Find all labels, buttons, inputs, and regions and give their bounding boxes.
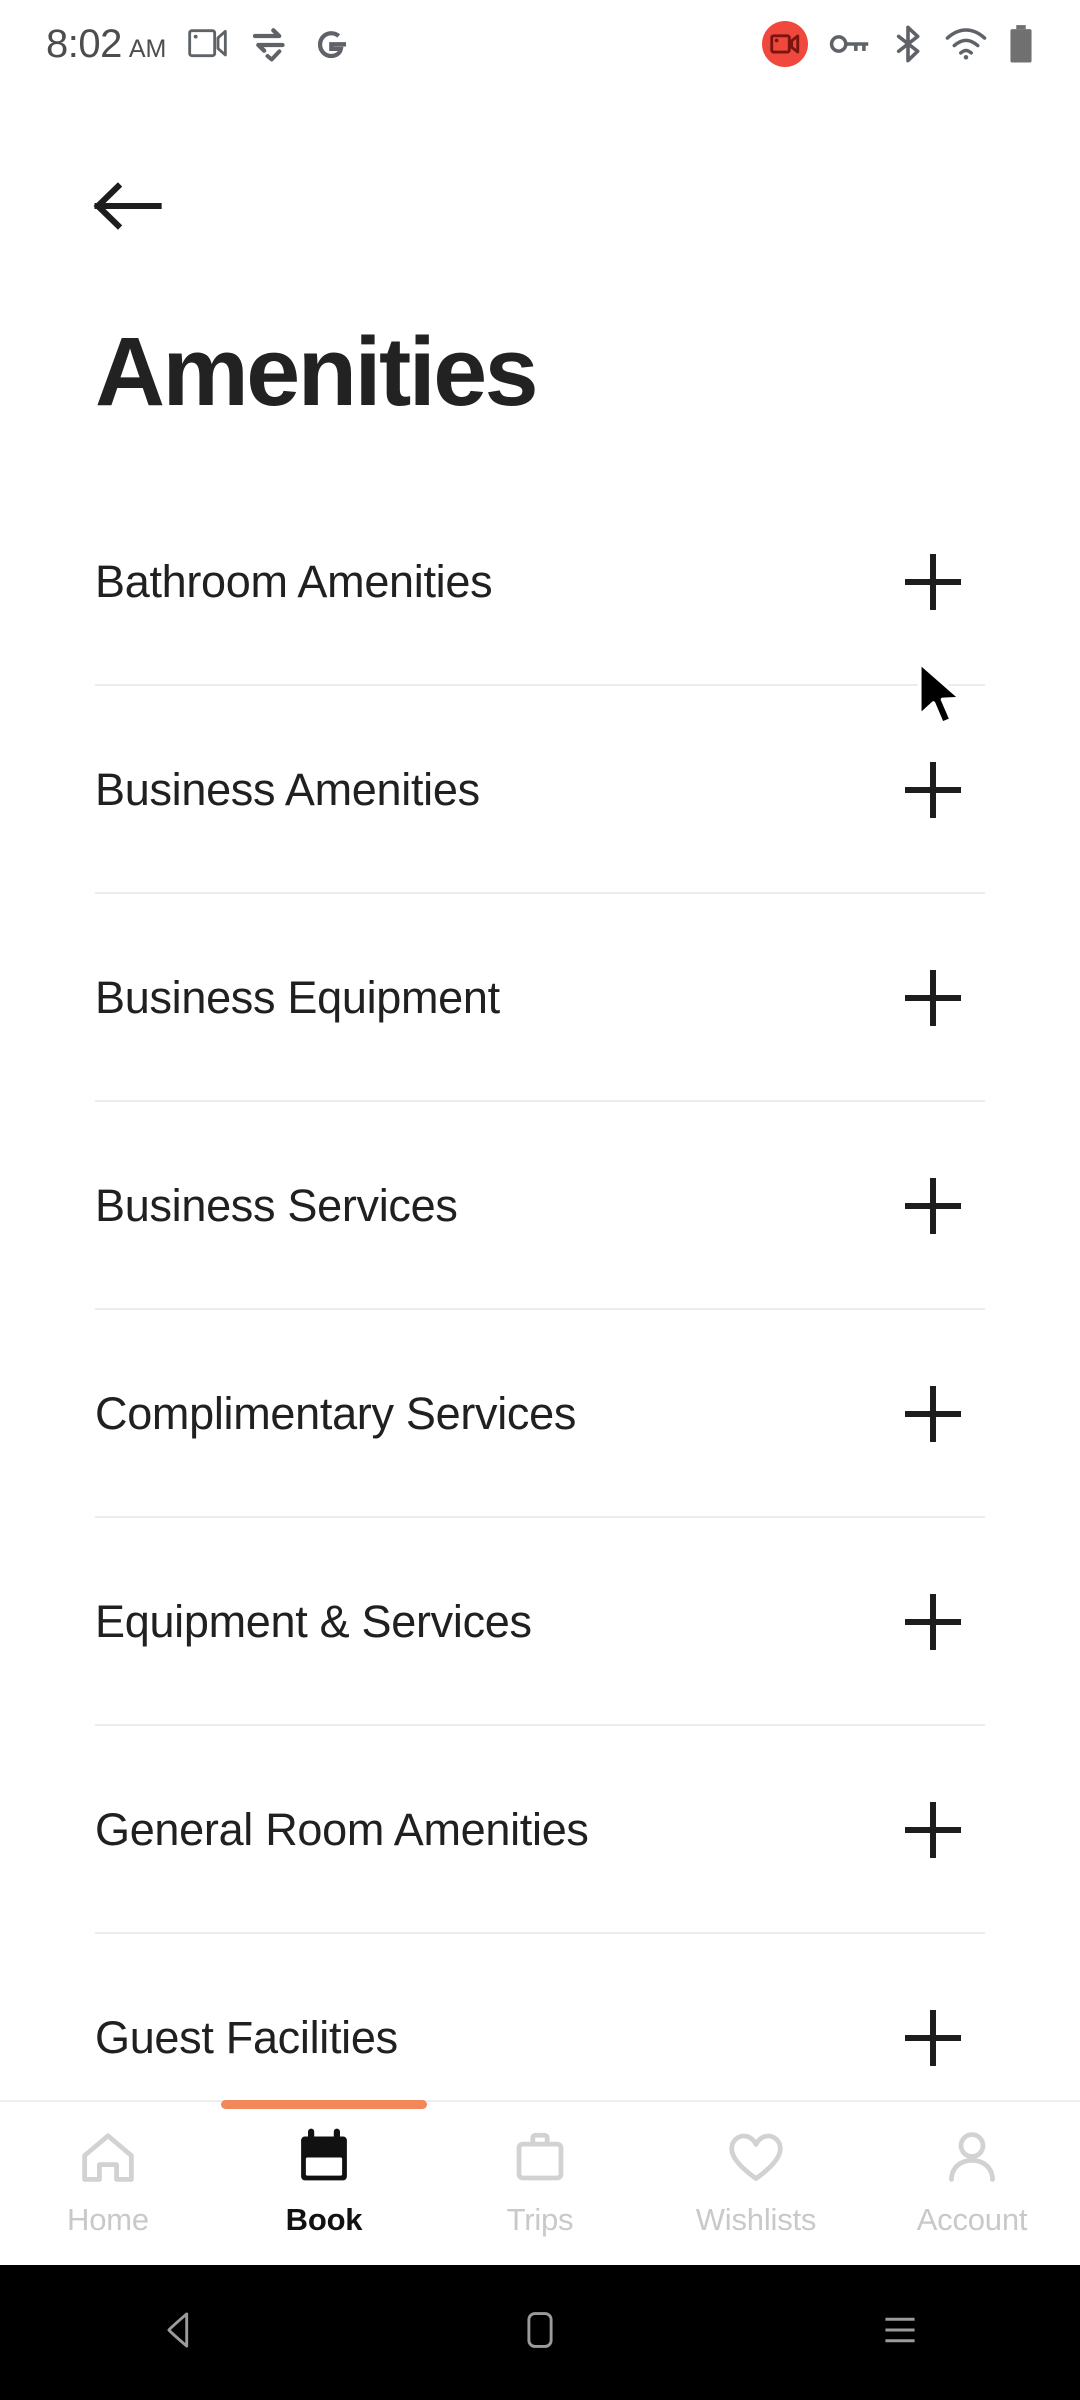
heart-icon bbox=[725, 2124, 787, 2190]
nav-label-account: Account bbox=[916, 2202, 1028, 2237]
nav-label-trips: Trips bbox=[506, 2202, 574, 2237]
back-triangle-icon bbox=[157, 2307, 203, 2358]
plus-icon[interactable] bbox=[905, 554, 961, 610]
list-item[interactable]: Business Equipment bbox=[0, 894, 1080, 1102]
list-item-label: Business Services bbox=[95, 1180, 458, 1231]
nav-item-home[interactable]: Home bbox=[0, 2124, 216, 2238]
screen-record-icon bbox=[762, 21, 808, 67]
bluetooth-icon bbox=[892, 25, 924, 63]
plus-icon[interactable] bbox=[905, 1386, 961, 1442]
list-item[interactable]: Complimentary Services bbox=[0, 1310, 1080, 1518]
list-item-label: Complimentary Services bbox=[95, 1388, 577, 1439]
google-g-icon bbox=[312, 25, 350, 63]
amenities-list: Bathroom Amenities Business Amenities Bu… bbox=[0, 478, 1080, 2142]
list-item-label: General Room Amenities bbox=[95, 1804, 589, 1855]
system-navigation-bar bbox=[0, 2265, 1080, 2400]
system-back-button[interactable] bbox=[120, 2273, 240, 2393]
plus-icon[interactable] bbox=[905, 762, 961, 818]
system-home-button[interactable] bbox=[480, 2273, 600, 2393]
plus-icon[interactable] bbox=[905, 1802, 961, 1858]
recents-lines-icon bbox=[877, 2310, 923, 2355]
status-bar-right bbox=[762, 21, 1052, 67]
plus-icon[interactable] bbox=[905, 970, 961, 1026]
nav-label-home: Home bbox=[67, 2202, 149, 2237]
person-icon bbox=[941, 2124, 1003, 2190]
vpn-sync-icon bbox=[250, 25, 290, 63]
list-item[interactable]: Business Amenities bbox=[0, 686, 1080, 894]
list-item-label: Business Amenities bbox=[95, 764, 480, 815]
home-square-icon bbox=[520, 2307, 560, 2358]
list-item-label: Equipment & Services bbox=[95, 1596, 532, 1647]
status-ampm: AM bbox=[128, 34, 167, 63]
nav-label-book: Book bbox=[285, 2202, 363, 2237]
nav-item-account[interactable]: Account bbox=[864, 2124, 1080, 2238]
nav-item-trips[interactable]: Trips bbox=[432, 2124, 648, 2238]
page-title: Amenities bbox=[95, 317, 539, 426]
back-button[interactable] bbox=[92, 160, 188, 256]
list-item-label: Guest Facilities bbox=[95, 2012, 398, 2063]
status-bar-left: 8:02 AM bbox=[46, 22, 350, 67]
screencast-icon bbox=[188, 27, 228, 61]
list-item-label: Business Equipment bbox=[95, 972, 500, 1023]
vpn-key-icon bbox=[829, 30, 871, 58]
status-clock: 8:02 AM bbox=[46, 22, 166, 67]
app-screen: 8:02 AM Amenities Bathroom Amenities Bus… bbox=[0, 0, 1080, 2400]
calendar-icon bbox=[293, 2124, 355, 2190]
list-item-label: Bathroom Amenities bbox=[95, 556, 493, 607]
wifi-icon bbox=[945, 28, 987, 60]
bottom-navigation: Home Book Trips Wishlists Account bbox=[0, 2100, 1080, 2265]
list-item[interactable]: Equipment & Services bbox=[0, 1518, 1080, 1726]
nav-item-book[interactable]: Book bbox=[216, 2100, 432, 2238]
home-icon bbox=[77, 2124, 139, 2190]
battery-icon bbox=[1008, 24, 1034, 64]
status-time: 8:02 bbox=[46, 21, 122, 66]
active-tab-indicator bbox=[221, 2100, 427, 2109]
list-item[interactable]: Business Services bbox=[0, 1102, 1080, 1310]
list-item[interactable]: Bathroom Amenities bbox=[0, 478, 1080, 686]
briefcase-icon bbox=[509, 2124, 571, 2190]
list-item[interactable]: General Room Amenities bbox=[0, 1726, 1080, 1934]
status-bar: 8:02 AM bbox=[0, 0, 1080, 88]
back-arrow-icon bbox=[92, 178, 166, 239]
system-recents-button[interactable] bbox=[840, 2273, 960, 2393]
plus-icon[interactable] bbox=[905, 1594, 961, 1650]
plus-icon[interactable] bbox=[905, 2010, 961, 2066]
nav-label-wishlists: Wishlists bbox=[695, 2202, 817, 2237]
plus-icon[interactable] bbox=[905, 1178, 961, 1234]
nav-item-wishlists[interactable]: Wishlists bbox=[648, 2124, 864, 2238]
